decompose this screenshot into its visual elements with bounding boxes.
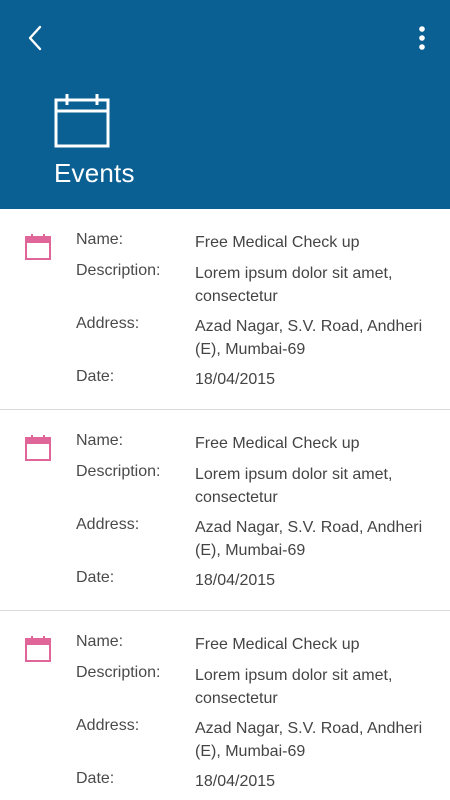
event-description: Lorem ipsum dolor sit amet, consectetur [195, 667, 393, 707]
event-address: Azad Nagar, S.V. Road, Andheri (E), Mumb… [195, 720, 423, 760]
name-label: Name: [76, 633, 124, 650]
event-date: 18/04/2015 [195, 773, 276, 790]
address-label: Address: [76, 315, 140, 332]
page-title: Events [54, 158, 135, 188]
description-label: Description: [76, 463, 161, 480]
description-label: Description: [76, 664, 161, 681]
event-name: Free Medical Check up [195, 636, 360, 653]
name-label: Name: [76, 432, 124, 449]
event-date: 18/04/2015 [195, 572, 276, 589]
event-description: Lorem ipsum dolor sit amet, consectetur [195, 265, 393, 305]
date-label: Date: [76, 368, 115, 385]
events-list: Name: Free Medical Check up Description:… [0, 209, 450, 800]
event-card[interactable]: Name: Free Medical Check up Description:… [0, 209, 450, 410]
event-name: Free Medical Check up [195, 234, 360, 251]
calendar-icon [25, 636, 51, 662]
address-label: Address: [76, 516, 140, 533]
event-card[interactable]: Name: Free Medical Check up Description:… [0, 611, 450, 800]
calendar-icon [25, 435, 51, 461]
calendar-icon [25, 234, 51, 260]
description-label: Description: [76, 262, 161, 279]
chevron-left-icon [28, 25, 42, 51]
event-date: 18/04/2015 [195, 371, 276, 388]
address-label: Address: [76, 717, 140, 734]
back-button[interactable] [18, 20, 52, 56]
event-address: Azad Nagar, S.V. Road, Andheri (E), Mumb… [195, 318, 423, 358]
event-name: Free Medical Check up [195, 435, 360, 452]
app-header: Events [0, 0, 450, 209]
calendar-icon [54, 94, 110, 148]
event-address: Azad Nagar, S.V. Road, Andheri (E), Mumb… [195, 519, 423, 559]
name-label: Name: [76, 231, 124, 248]
event-card[interactable]: Name: Free Medical Check up Description:… [0, 410, 450, 611]
more-vertical-icon [419, 26, 425, 50]
date-label: Date: [76, 569, 115, 586]
event-description: Lorem ipsum dolor sit amet, consectetur [195, 466, 393, 506]
more-options-button[interactable] [406, 20, 438, 56]
date-label: Date: [76, 770, 115, 787]
